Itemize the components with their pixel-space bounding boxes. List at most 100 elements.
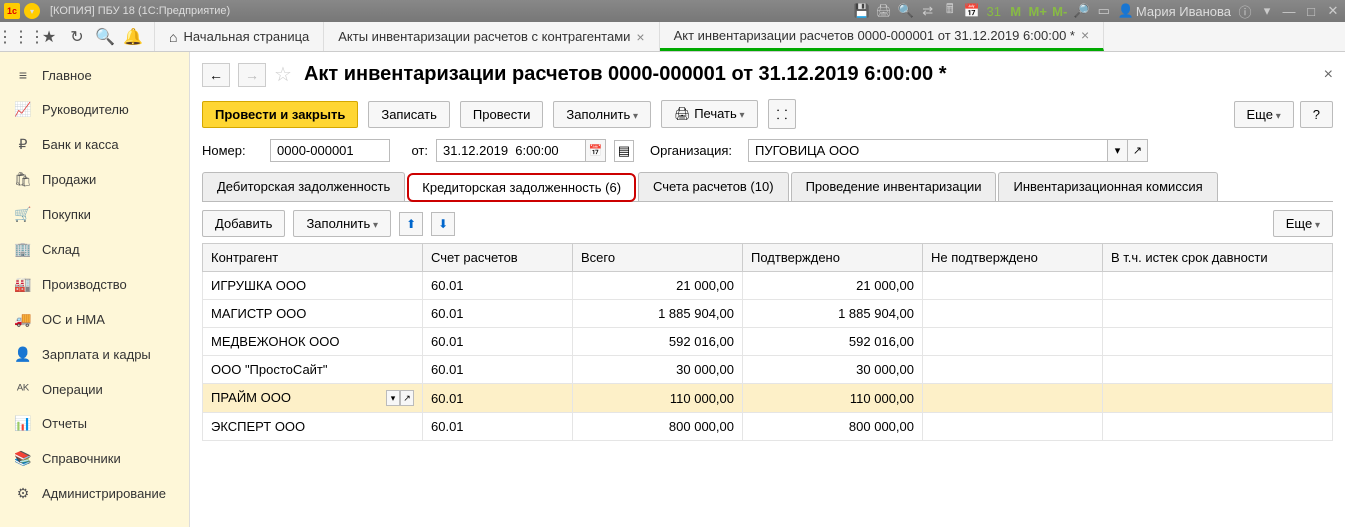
notifications-icon[interactable]: 🔔 xyxy=(124,28,142,46)
col-counterparty[interactable]: Контрагент xyxy=(203,244,423,272)
m-plus-button[interactable]: M+ xyxy=(1030,3,1046,19)
sidebar-item-production[interactable]: 🏭Производство xyxy=(0,267,189,302)
tab-act-document[interactable]: Акт инвентаризации расчетов 0000-000001 … xyxy=(660,22,1105,51)
post-button[interactable]: Провести xyxy=(460,101,544,128)
close-window-icon[interactable]: ✕ xyxy=(1325,3,1341,19)
cell-total[interactable]: 30 000,00 xyxy=(573,356,743,384)
favorites-icon[interactable]: ★ xyxy=(40,28,58,46)
cell-total[interactable]: 110 000,00 xyxy=(573,384,743,413)
cell-confirmed[interactable]: 110 000,00 xyxy=(743,384,923,413)
sidebar-item-salary[interactable]: 👤Зарплата и кадры xyxy=(0,337,189,372)
calendar-icon[interactable]: 📅 xyxy=(964,3,980,19)
sidebar-item-bank[interactable]: ₽Банк и касса xyxy=(0,127,189,162)
preview-icon[interactable]: 🔍 xyxy=(898,3,914,19)
org-dropdown-icon[interactable]: ▾ xyxy=(1108,139,1128,162)
apps-icon[interactable]: ⋮⋮⋮ xyxy=(12,28,30,46)
tab-commission[interactable]: Инвентаризационная комиссия xyxy=(998,172,1217,201)
cell-account[interactable]: 60.01 xyxy=(423,300,573,328)
col-confirmed[interactable]: Подтверждено xyxy=(743,244,923,272)
cell-open-icon[interactable]: ↗ xyxy=(400,390,414,406)
dropdown-icon[interactable]: ▾ xyxy=(1259,3,1275,19)
user-menu[interactable]: 👤 Мария Иванова xyxy=(1118,3,1231,19)
cell-unconfirmed[interactable] xyxy=(923,272,1103,300)
tab-payables[interactable]: Кредиторская задолженность (6) xyxy=(407,173,636,202)
table-row[interactable]: ООО "ПростоСайт"60.0130 000,0030 000,00 xyxy=(203,356,1333,384)
search-icon[interactable]: 🔍 xyxy=(96,28,114,46)
col-total[interactable]: Всего xyxy=(573,244,743,272)
cell-counterparty[interactable]: ООО "ПростоСайт" xyxy=(203,356,423,384)
sidebar-item-manager[interactable]: 📈Руководителю xyxy=(0,92,189,127)
table-row[interactable]: ЭКСПЕРТ ООО60.01800 000,00800 000,00 xyxy=(203,413,1333,441)
cell-total[interactable]: 800 000,00 xyxy=(573,413,743,441)
cell-expired[interactable] xyxy=(1103,272,1333,300)
number-input[interactable] xyxy=(270,139,390,162)
print-button[interactable]: 🖨 Печать xyxy=(661,100,758,128)
move-up-button[interactable]: ⬆ xyxy=(399,212,423,236)
table-row[interactable]: ИГРУШКА ООО60.0121 000,0021 000,00 xyxy=(203,272,1333,300)
sidebar-item-operations[interactable]: ᴬᴷОперации xyxy=(0,372,189,406)
col-unconfirmed[interactable]: Не подтверждено xyxy=(923,244,1103,272)
print-icon[interactable]: 🖨 xyxy=(876,3,892,19)
post-and-close-button[interactable]: Провести и закрыть xyxy=(202,101,358,128)
compare-icon[interactable]: ⇄ xyxy=(920,3,936,19)
cell-counterparty[interactable]: ЭКСПЕРТ ООО xyxy=(203,413,423,441)
cell-total[interactable]: 592 016,00 xyxy=(573,328,743,356)
sidebar-item-main[interactable]: ≡Главное xyxy=(0,58,189,92)
cell-account[interactable]: 60.01 xyxy=(423,384,573,413)
cell-unconfirmed[interactable] xyxy=(923,384,1103,413)
cell-unconfirmed[interactable] xyxy=(923,356,1103,384)
sidebar-item-directories[interactable]: 📚Справочники xyxy=(0,441,189,476)
calc-icon[interactable]: 🖩 xyxy=(942,3,958,19)
cell-account[interactable]: 60.01 xyxy=(423,328,573,356)
cell-expired[interactable] xyxy=(1103,300,1333,328)
cell-confirmed[interactable]: 592 016,00 xyxy=(743,328,923,356)
sidebar-item-warehouse[interactable]: 🏢Склад xyxy=(0,232,189,267)
tab-home[interactable]: ⌂ Начальная страница xyxy=(155,22,324,51)
write-button[interactable]: Записать xyxy=(368,101,450,128)
cell-account[interactable]: 60.01 xyxy=(423,413,573,441)
favorite-star-icon[interactable]: ☆ xyxy=(274,62,292,87)
cell-counterparty[interactable]: ИГРУШКА ООО xyxy=(203,272,423,300)
col-expired[interactable]: В т.ч. истек срок давности xyxy=(1103,244,1333,272)
history-icon[interactable]: ↻ xyxy=(68,28,86,46)
cell-expired[interactable] xyxy=(1103,413,1333,441)
cell-counterparty[interactable]: МЕДВЕЖОНОК ООО xyxy=(203,328,423,356)
date-icon[interactable]: 31 xyxy=(986,3,1002,19)
add-row-button[interactable]: Добавить xyxy=(202,210,285,237)
org-input[interactable] xyxy=(748,139,1108,162)
page-close-icon[interactable]: × xyxy=(1324,66,1333,84)
cell-unconfirmed[interactable] xyxy=(923,328,1103,356)
windows-icon[interactable]: ▭ xyxy=(1096,3,1112,19)
cell-account[interactable]: 60.01 xyxy=(423,356,573,384)
cell-expired[interactable] xyxy=(1103,356,1333,384)
cell-confirmed[interactable]: 1 885 904,00 xyxy=(743,300,923,328)
cell-confirmed[interactable]: 30 000,00 xyxy=(743,356,923,384)
minimize-icon[interactable]: — xyxy=(1281,3,1297,19)
m-button[interactable]: M xyxy=(1008,3,1024,19)
sidebar-item-admin[interactable]: ⚙Администрирование xyxy=(0,476,189,511)
cell-total[interactable]: 1 885 904,00 xyxy=(573,300,743,328)
cell-counterparty[interactable]: ПРАЙМ ООО▾↗ xyxy=(203,384,423,413)
cell-confirmed[interactable]: 800 000,00 xyxy=(743,413,923,441)
zoom-icon[interactable]: 🔎 xyxy=(1074,3,1090,19)
more-button[interactable]: Еще xyxy=(1234,101,1294,128)
move-down-button[interactable]: ⬇ xyxy=(431,212,455,236)
maximize-icon[interactable]: □ xyxy=(1303,3,1319,19)
fill-rows-button[interactable]: Заполнить xyxy=(293,210,391,237)
tab-accounts[interactable]: Счета расчетов (10) xyxy=(638,172,789,201)
tab-act-close-icon[interactable]: × xyxy=(1081,27,1089,43)
fill-button[interactable]: Заполнить xyxy=(553,101,651,128)
tab-receivables[interactable]: Дебиторская задолженность xyxy=(202,172,405,201)
sidebar-item-purchases[interactable]: 🛒Покупки xyxy=(0,197,189,232)
cell-expired[interactable] xyxy=(1103,328,1333,356)
tab-inventory-process[interactable]: Проведение инвентаризации xyxy=(791,172,997,201)
cell-dropdown-icon[interactable]: ▾ xyxy=(386,390,400,406)
app-menu-drop[interactable]: ▾ xyxy=(24,3,40,19)
cell-unconfirmed[interactable] xyxy=(923,300,1103,328)
sidebar-item-assets[interactable]: 🚚ОС и НМА xyxy=(0,302,189,337)
table-more-button[interactable]: Еще xyxy=(1273,210,1333,237)
col-account[interactable]: Счет расчетов xyxy=(423,244,573,272)
save-icon[interactable]: 💾 xyxy=(854,3,870,19)
m-minus-button[interactable]: M- xyxy=(1052,3,1068,19)
calendar-picker-icon[interactable]: 📅 xyxy=(586,139,606,162)
